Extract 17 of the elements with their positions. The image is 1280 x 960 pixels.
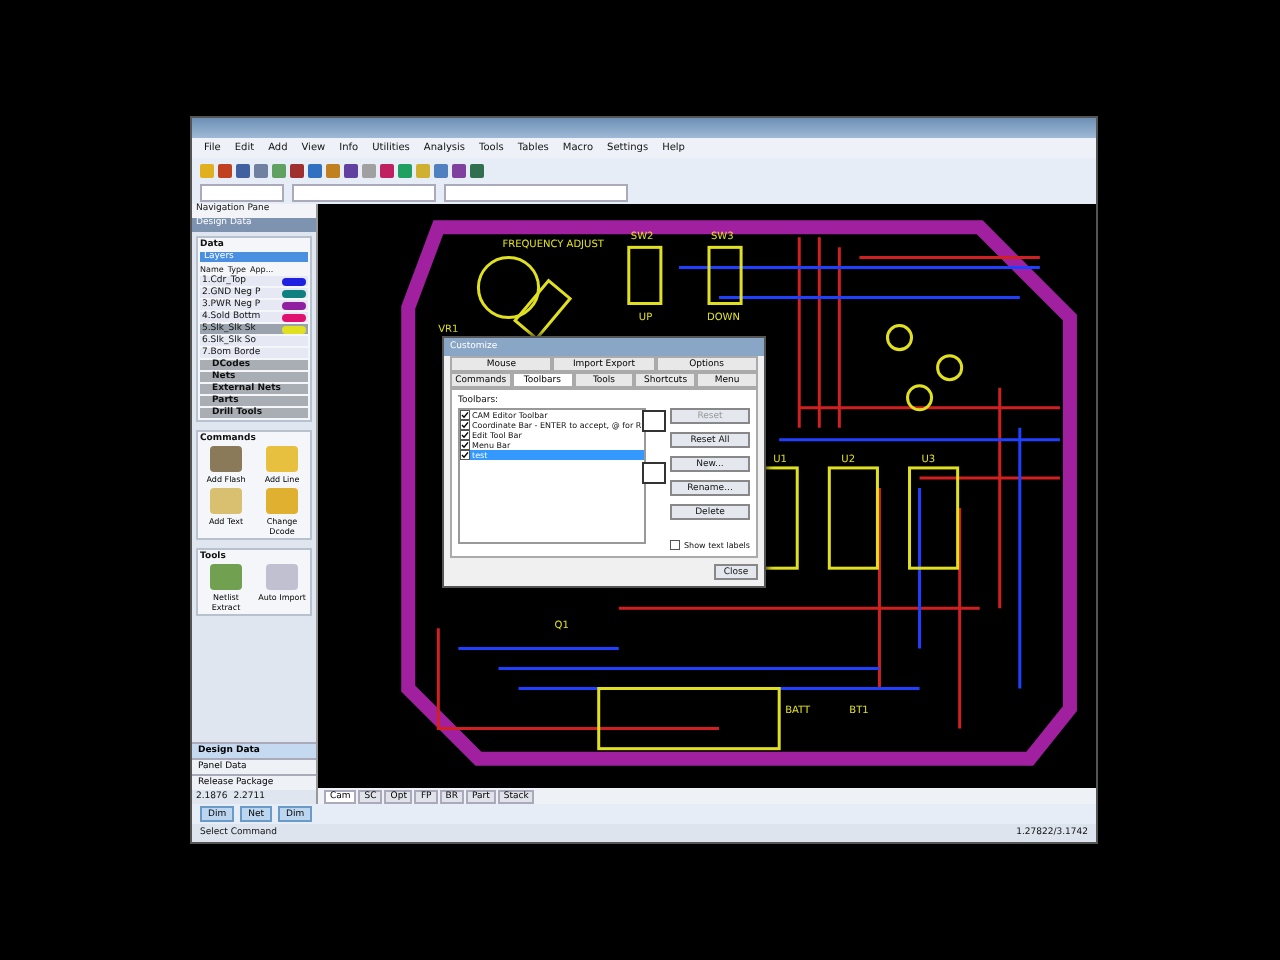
- command-icon: [210, 488, 242, 514]
- checkbox[interactable]: [460, 430, 470, 440]
- dropdown-field[interactable]: [444, 184, 628, 202]
- command-icon: [266, 488, 298, 514]
- dropdown-field[interactable]: [292, 184, 436, 202]
- checkbox[interactable]: [460, 410, 470, 420]
- dropdown-field[interactable]: [200, 184, 284, 202]
- checkbox[interactable]: [460, 420, 470, 430]
- dragged-toolbar-icon: [642, 410, 666, 432]
- tool-icon: [266, 564, 298, 590]
- tool-icon: [210, 564, 242, 590]
- checkbox[interactable]: [460, 450, 470, 460]
- command-icon: [266, 446, 298, 472]
- dragged-toolbar-icon: [642, 462, 666, 484]
- command-icon: [210, 446, 242, 472]
- checkbox[interactable]: [670, 540, 680, 550]
- checkbox[interactable]: [460, 440, 470, 450]
